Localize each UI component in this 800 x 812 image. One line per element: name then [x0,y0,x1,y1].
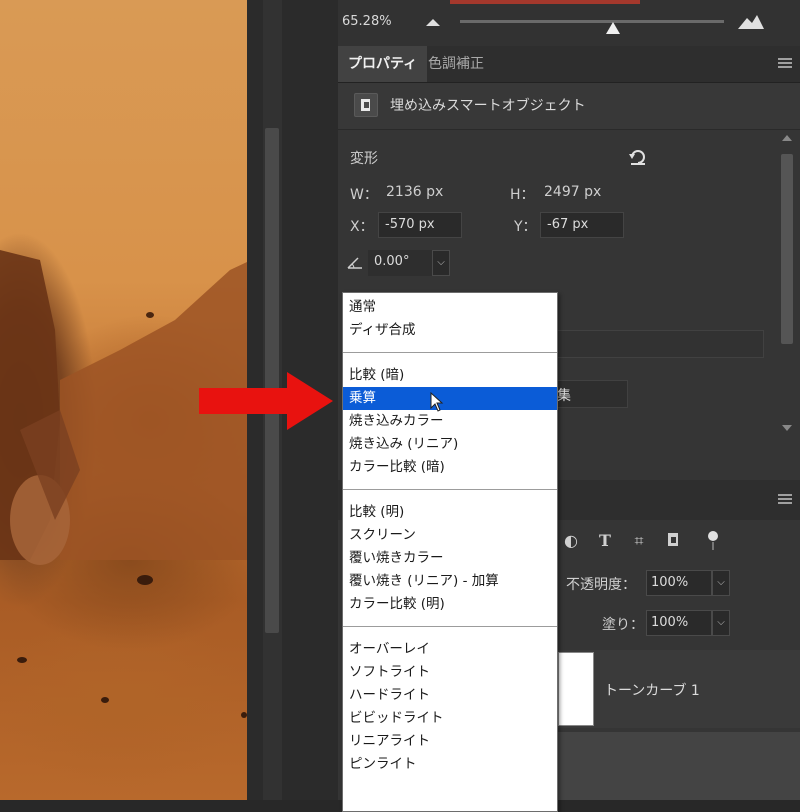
opacity-label: 不透明度： [566,577,636,593]
properties-tabbar: プロパティ 色調補正 [338,46,800,83]
y-label: Y： [514,219,537,235]
layer-mask-thumbnail[interactable] [558,652,594,726]
blend-option[interactable]: ディザ合成 [343,319,557,342]
smart-object-icon [354,93,378,117]
zoom-slider[interactable] [460,20,724,23]
y-position-field[interactable]: -67 px [540,212,624,238]
blend-mode-dropdown[interactable]: 通常 ディザ合成比較 (暗) 乗算 焼き込みカラー 焼き込み (リニア) カラー比較 (暗… [342,292,558,812]
zoom-out-icon[interactable] [426,18,440,26]
zoom-slider-knob[interactable] [606,22,621,34]
zoom-in-icon[interactable] [738,15,764,29]
x-position-field[interactable]: -570 px [378,212,462,238]
blend-option[interactable]: ピンライト [343,753,557,776]
navigator-view-box [450,0,640,4]
layers-menu-icon[interactable] [778,494,792,504]
blend-option[interactable]: 焼き込み (リニア) [343,433,557,456]
blend-option-selected[interactable]: 乗算 [343,387,557,410]
mouse-cursor-icon [430,392,444,412]
scroll-up-icon[interactable] [782,134,792,142]
blend-option[interactable]: ソフトライト [343,661,557,684]
smart-object-header: 埋め込みスマートオブジェクト [338,83,800,130]
width-label: W： [350,187,378,203]
blend-option[interactable]: カラー比較 (暗) [343,456,557,479]
angle-icon [347,257,362,269]
filter-smart-object-icon[interactable] [662,530,684,552]
fill-label: 塗り： [602,617,644,633]
tab-adjustments[interactable]: 色調補正 [418,46,494,82]
angle-dropdown-chevron-icon[interactable]: ⌵ [432,250,450,276]
dropdown-separator [343,489,557,490]
layer-comp-button-label: 集 [557,388,571,404]
layer-row[interactable] [558,732,800,800]
transform-title: 変形 [350,151,378,167]
tab-properties[interactable]: プロパティ [338,46,428,82]
zoom-value[interactable]: 65.28% [342,14,392,29]
smart-object-type-label: 埋め込みスマートオブジェクト [390,98,586,114]
filter-toggle-icon[interactable] [702,530,724,552]
blend-option[interactable]: 覆い焼きカラー [343,547,557,570]
blend-option[interactable]: スクリーン [343,524,557,547]
blend-option[interactable]: ビビッドライト [343,707,557,730]
blend-option[interactable]: 比較 (明) [343,501,557,524]
blend-option[interactable]: リニアライト [343,730,557,753]
height-label: H： [510,187,535,203]
height-value[interactable]: 2497 px [544,184,601,200]
opacity-input[interactable]: 100% [646,570,712,596]
dropdown-separator [343,352,557,353]
blend-option[interactable]: 比較 (暗) [343,364,557,387]
filter-type-icon[interactable]: T [594,530,616,552]
properties-scrollbar[interactable] [778,130,796,440]
opacity-dropdown-chevron-icon[interactable]: ⌵ [712,570,730,596]
annotation-arrow-icon [199,372,333,430]
reset-transform-icon[interactable] [628,148,648,166]
navigator-zoom-bar: 65.28% [338,0,800,46]
fill-dropdown-chevron-icon[interactable]: ⌵ [712,610,730,636]
angle-field[interactable]: 0.00° [368,250,432,276]
panel-menu-icon[interactable] [778,58,792,68]
filter-shape-icon[interactable]: ⌗ [628,530,650,552]
layer-comp-button[interactable]: 集 [556,380,628,408]
fill-input[interactable]: 100% [646,610,712,636]
scroll-down-icon[interactable] [782,424,792,432]
blend-option[interactable]: 焼き込みカラー [343,410,557,433]
blend-option[interactable]: 通常 [343,296,557,319]
blend-option[interactable]: ハードライト [343,684,557,707]
blend-option[interactable]: オーバーレイ [343,638,557,661]
width-value[interactable]: 2136 px [386,184,443,200]
blend-mode-select[interactable] [556,330,764,358]
blend-option[interactable]: 覆い焼き (リニア) - 加算 [343,570,557,593]
layer-name[interactable]: トーンカーブ 1 [604,680,700,700]
dropdown-separator [343,626,557,627]
x-label: X： [350,219,374,235]
filter-adjustment-icon[interactable]: ◐ [560,530,582,552]
properties-scroll-thumb[interactable] [781,154,793,344]
blend-option[interactable]: カラー比較 (明) [343,593,557,616]
layer-filter-toolbar: ◐ T ⌗ [556,530,786,558]
